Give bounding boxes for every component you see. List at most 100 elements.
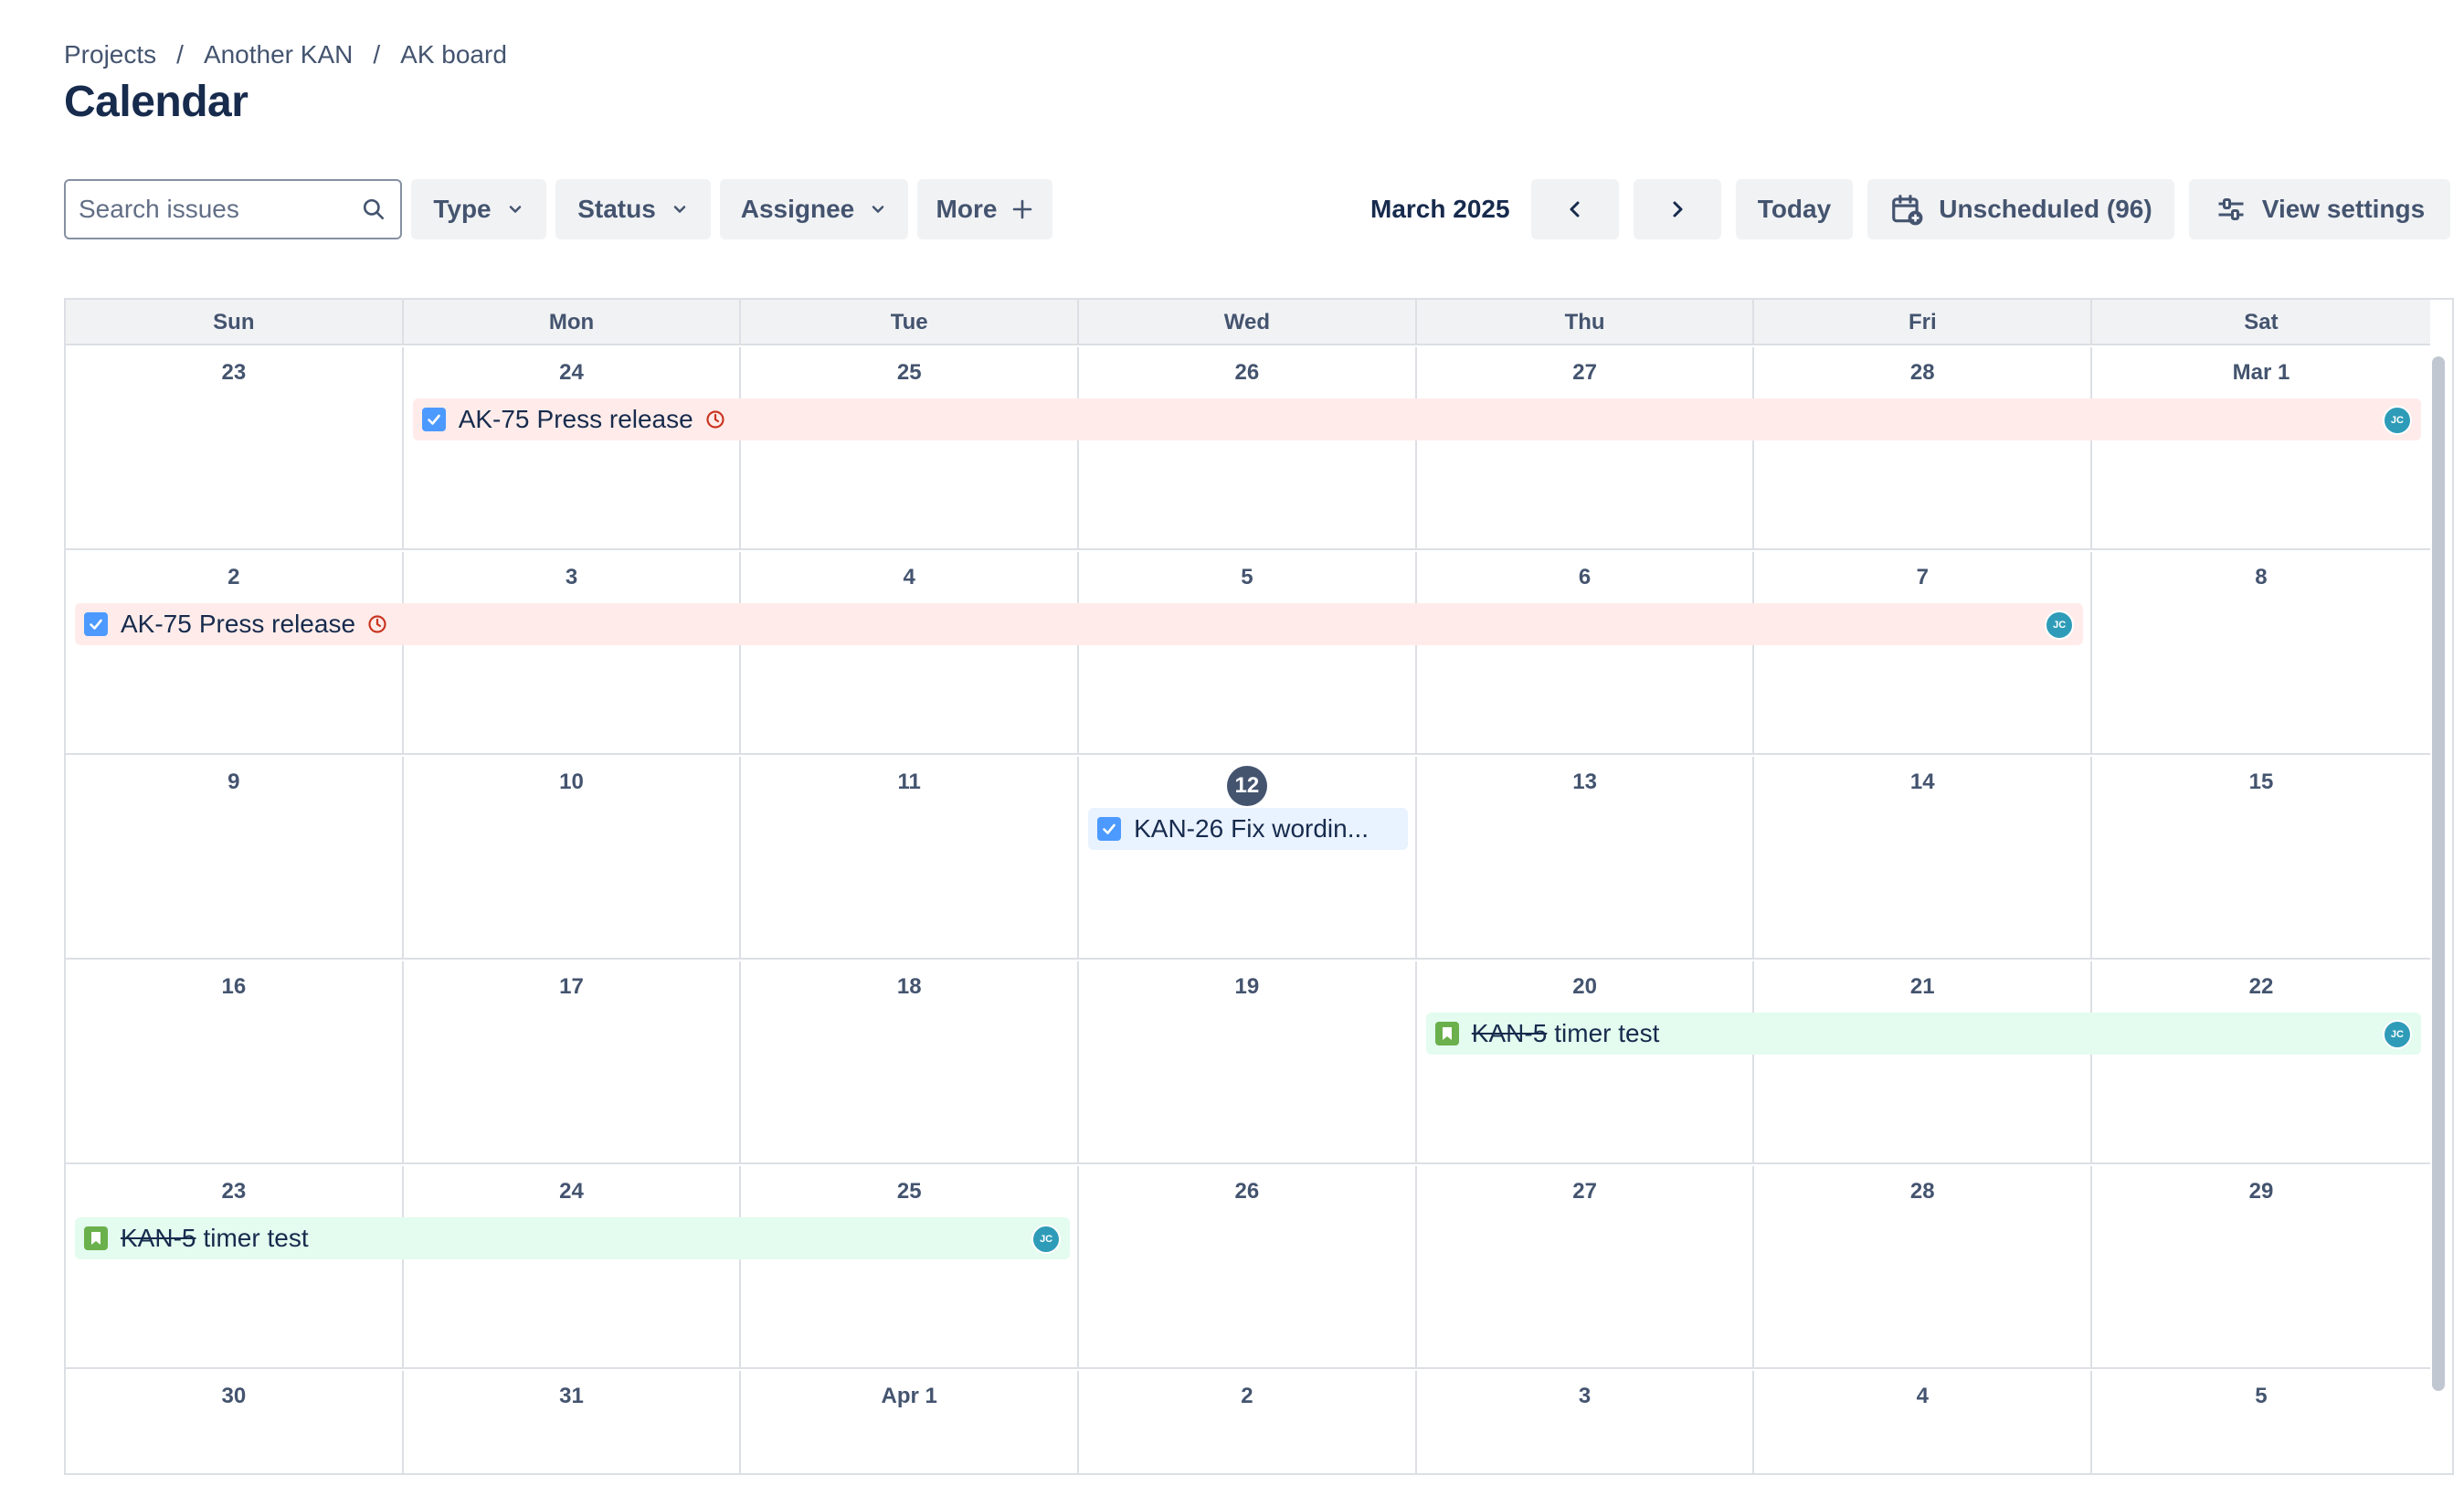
day-cell[interactable]: 4: [1754, 1371, 2093, 1473]
weekday-label: Mon: [404, 300, 742, 345]
calendar-scrollbar[interactable]: [2432, 356, 2445, 1391]
breadcrumb-separator: /: [373, 40, 381, 69]
day-cell[interactable]: 10: [404, 757, 742, 958]
day-number: 18: [896, 974, 922, 999]
day-cell[interactable]: 4: [741, 552, 1080, 753]
day-cell[interactable]: 2: [1079, 1371, 1417, 1473]
day-cell[interactable]: 24: [404, 347, 742, 548]
day-cell[interactable]: 3: [404, 552, 742, 753]
breadcrumb: Projects / Another KAN / AK board: [64, 38, 507, 71]
day-cell[interactable]: 16: [66, 961, 404, 1162]
day-cell[interactable]: 13: [1417, 757, 1755, 958]
day-cell[interactable]: 28: [1754, 347, 2093, 548]
type-filter-button[interactable]: Type: [411, 179, 546, 239]
issue-event-bar[interactable]: KAN-5 timer test JC: [75, 1217, 1071, 1259]
assignee-avatar[interactable]: JC: [2045, 610, 2075, 640]
day-number: 31: [559, 1384, 584, 1408]
day-cell[interactable]: 26: [1079, 1166, 1417, 1367]
weekday-label: Sat: [2244, 310, 2279, 334]
previous-month-button[interactable]: [1531, 179, 1619, 239]
today-button[interactable]: Today: [1736, 179, 1853, 239]
day-cell[interactable]: 12: [1079, 757, 1417, 958]
assignee-avatar[interactable]: JC: [2382, 1020, 2412, 1049]
day-number: 15: [2248, 769, 2274, 794]
issue-event-bar[interactable]: KAN-26 Fix wordin...: [1088, 808, 1408, 850]
page-title: Calendar: [64, 78, 249, 126]
issue-title: Press release: [536, 405, 693, 433]
day-number: 11: [897, 769, 921, 794]
weekday-label: Tue: [741, 300, 1080, 345]
day-cell[interactable]: Apr 1: [741, 1371, 1080, 1473]
day-number: 24: [559, 360, 584, 385]
day-number: 24: [559, 1179, 584, 1204]
next-month-button[interactable]: [1634, 179, 1721, 239]
day-cell[interactable]: 22: [2092, 961, 2430, 1162]
issue-title: timer test: [203, 1224, 309, 1252]
day-cell[interactable]: 26: [1079, 347, 1417, 548]
chevron-down-icon: [673, 206, 686, 213]
day-number: 20: [1572, 974, 1597, 999]
day-cell[interactable]: 28: [1754, 1166, 2093, 1367]
task-type-icon: [1097, 817, 1122, 841]
issue-title: Press release: [198, 610, 356, 638]
day-number: 30: [221, 1384, 247, 1408]
day-cell[interactable]: 23: [66, 347, 404, 548]
search-box[interactable]: [64, 179, 402, 239]
day-cell[interactable]: Mar 1: [2092, 347, 2430, 548]
breadcrumb-project[interactable]: Another KAN: [204, 40, 353, 69]
breadcrumb-board[interactable]: AK board: [400, 40, 507, 69]
toolbar: Type Status Assignee More March 2025 Tod…: [64, 179, 2464, 239]
day-cell[interactable]: 17: [404, 961, 742, 1162]
more-filters-button[interactable]: More: [917, 179, 1052, 239]
day-cell[interactable]: 9: [66, 757, 404, 958]
assignee-avatar[interactable]: JC: [2382, 406, 2412, 435]
day-cell[interactable]: 18: [741, 961, 1080, 1162]
day-number: 19: [1234, 974, 1260, 999]
issue-event-bar[interactable]: AK-75 Press release JC: [412, 398, 2421, 440]
breadcrumb-projects[interactable]: Projects: [64, 40, 156, 69]
day-cell[interactable]: 19: [1079, 961, 1417, 1162]
issue-key: KAN-5: [1471, 1019, 1548, 1047]
status-filter-button[interactable]: Status: [555, 179, 711, 239]
unscheduled-button[interactable]: Unscheduled (96): [1867, 179, 2174, 239]
search-input[interactable]: [79, 195, 360, 224]
day-cell[interactable]: 7: [1754, 552, 2093, 753]
day-number: 27: [1572, 360, 1597, 385]
day-cell[interactable]: 11: [741, 757, 1080, 958]
day-cell[interactable]: 3: [1417, 1371, 1755, 1473]
day-cell[interactable]: 6: [1417, 552, 1755, 753]
day-cell[interactable]: 25: [741, 347, 1080, 548]
view-settings-button[interactable]: View settings: [2189, 179, 2450, 239]
day-cell[interactable]: 5: [2092, 1371, 2430, 1473]
day-cell[interactable]: 5: [1079, 552, 1417, 753]
day-cell[interactable]: 8: [2092, 552, 2430, 753]
assignee-filter-button[interactable]: Assignee: [720, 179, 908, 239]
day-cell[interactable]: 29: [2092, 1166, 2430, 1367]
day-cell[interactable]: 24: [404, 1166, 742, 1367]
day-cell[interactable]: 27: [1417, 347, 1755, 548]
day-number: 3: [565, 565, 578, 589]
calendar-week: 23 24 25 26 27 28 29: [66, 1166, 2430, 1369]
day-number: Mar 1: [2232, 360, 2290, 385]
day-number: 5: [1241, 565, 1253, 589]
issue-event-bar[interactable]: KAN-5 timer test JC: [1425, 1013, 2421, 1055]
assignee-avatar[interactable]: JC: [1031, 1225, 1062, 1254]
day-number: 25: [896, 360, 922, 385]
day-number: 14: [1909, 769, 1935, 794]
day-cell[interactable]: 21: [1754, 961, 2093, 1162]
issue-title: timer test: [1554, 1019, 1660, 1047]
day-number: 13: [1572, 769, 1597, 794]
day-cell[interactable]: 25: [741, 1166, 1080, 1367]
day-number: 22: [2248, 974, 2274, 999]
day-number: 5: [2255, 1384, 2268, 1408]
day-cell[interactable]: 23: [66, 1166, 404, 1367]
day-cell[interactable]: 30: [66, 1371, 404, 1473]
day-cell[interactable]: 20: [1417, 961, 1755, 1162]
day-number: 29: [2248, 1179, 2274, 1204]
day-cell[interactable]: 27: [1417, 1166, 1755, 1367]
day-cell[interactable]: 14: [1754, 757, 2093, 958]
day-cell[interactable]: 15: [2092, 757, 2430, 958]
day-cell[interactable]: 2: [66, 552, 404, 753]
day-cell[interactable]: 31: [404, 1371, 742, 1473]
issue-event-bar[interactable]: AK-75 Press release JC: [75, 603, 2084, 645]
